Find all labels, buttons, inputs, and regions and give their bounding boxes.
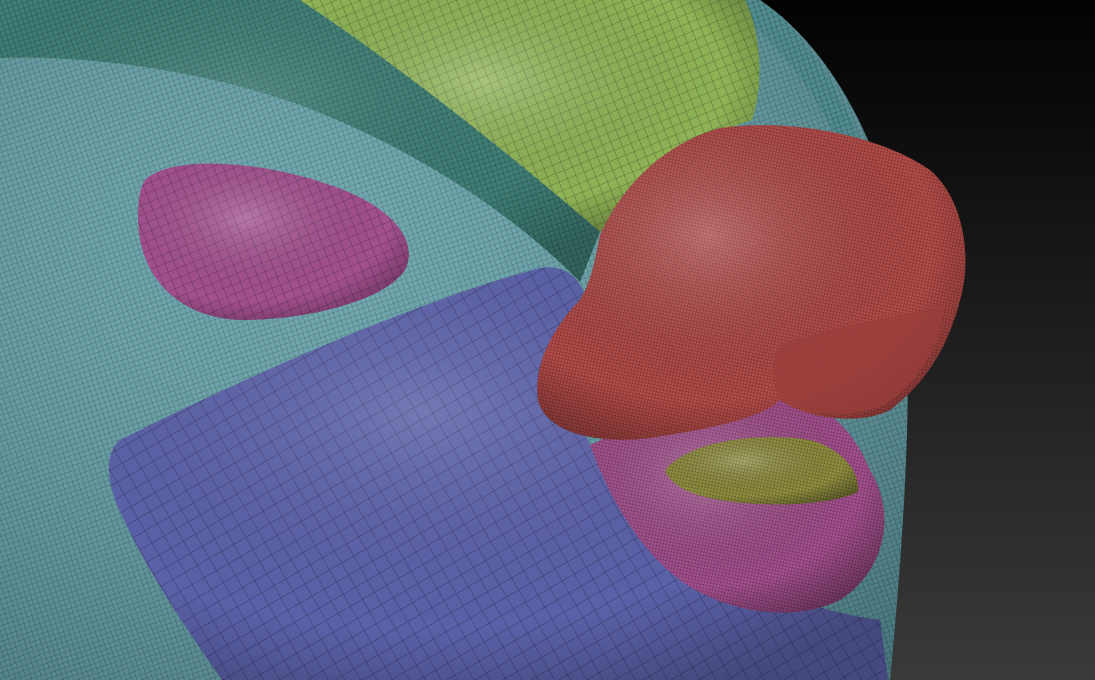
- sculpt-render: [0, 0, 1095, 680]
- viewport: [0, 0, 1095, 680]
